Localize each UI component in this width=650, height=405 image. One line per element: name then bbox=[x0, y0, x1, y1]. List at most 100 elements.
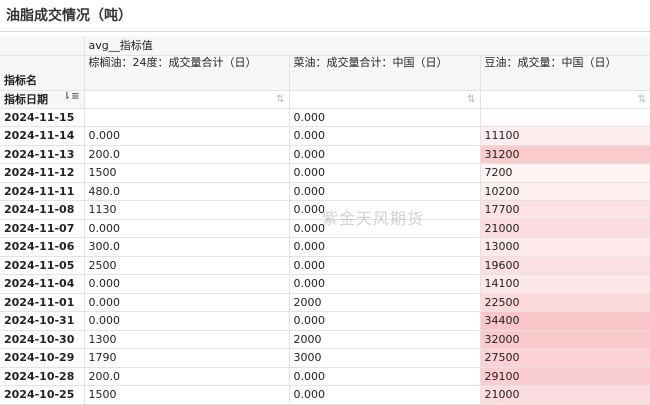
soybean-oil-cell: 14100 bbox=[480, 274, 650, 294]
palm-oil-cell: 0.000 bbox=[84, 126, 290, 146]
table-row: 2024-11-13 200.0 0.000 31200 bbox=[0, 145, 650, 164]
palm-oil-cell: 1130 bbox=[84, 200, 290, 220]
row-date-cell: 2024-11-14 bbox=[0, 126, 85, 146]
rapeseed-oil-cell: 0.000 bbox=[289, 145, 481, 164]
sort-desc-icon[interactable]: ⇂≡ bbox=[63, 91, 80, 102]
rapeseed-oil-cell: 0.000 bbox=[289, 311, 481, 331]
soybean-oil-cell: 13000 bbox=[480, 237, 650, 257]
soybean-oil-cell: 17700 bbox=[480, 200, 650, 220]
rapeseed-oil-cell: 0.000 bbox=[289, 126, 481, 146]
rapeseed-oil-cell: 0.000 bbox=[289, 237, 481, 257]
row-dimension-header[interactable]: 指标日期 ⇂≡ bbox=[0, 90, 85, 109]
row-date-cell: 2024-10-31 bbox=[0, 311, 85, 331]
palm-oil-cell: 480.0 bbox=[84, 182, 290, 201]
rapeseed-oil-cell: 0.000 bbox=[289, 182, 481, 201]
soybean-oil-cell: 21000 bbox=[480, 385, 650, 405]
table-row: 2024-11-05 2500 0.000 19600 bbox=[0, 256, 650, 275]
table-row: 2024-11-07 0.000 0.000 21000 bbox=[0, 219, 650, 238]
sort-icon[interactable]: ⇅ bbox=[276, 94, 284, 105]
table-row: 2024-10-29 1790 3000 27500 bbox=[0, 348, 650, 368]
soybean-oil-cell: 10200 bbox=[480, 182, 650, 201]
row-date-cell: 2024-11-06 bbox=[0, 237, 85, 257]
column-header-row: 指标名 棕榈油：24度：成交量合计（日） 菜油：成交量合计：中国（日） 豆油：成… bbox=[0, 55, 650, 91]
corner-cell bbox=[0, 36, 85, 56]
row-date-cell: 2024-11-01 bbox=[0, 293, 85, 312]
table-row: 2024-11-08 1130 0.000 17700 bbox=[0, 200, 650, 220]
soybean-oil-cell: 32000 bbox=[480, 330, 650, 349]
rapeseed-oil-cell: 0.000 bbox=[289, 163, 481, 183]
sort-icon[interactable]: ⇅ bbox=[638, 94, 646, 105]
row-date-cell: 2024-11-13 bbox=[0, 145, 85, 164]
row-date-cell: 2024-11-11 bbox=[0, 182, 85, 201]
table-row: 2024-10-31 0.000 0.000 34400 bbox=[0, 311, 650, 331]
soybean-oil-cell: 19600 bbox=[480, 256, 650, 275]
row-date-cell: 2024-10-28 bbox=[0, 367, 85, 386]
row-date-cell: 2024-11-08 bbox=[0, 200, 85, 220]
table-row: 2024-11-06 300.0 0.000 13000 bbox=[0, 237, 650, 257]
row-date-cell: 2024-11-12 bbox=[0, 163, 85, 183]
palm-oil-cell: 1790 bbox=[84, 348, 290, 368]
soybean-oil-cell: 11100 bbox=[480, 126, 650, 146]
row-dimension-label: 指标日期 bbox=[4, 93, 48, 106]
palm-oil-cell: 1500 bbox=[84, 163, 290, 183]
soybean-oil-cell: 34400 bbox=[480, 311, 650, 331]
palm-oil-cell: 2500 bbox=[84, 256, 290, 275]
palm-oil-cell: 300.0 bbox=[84, 237, 290, 257]
rapeseed-oil-cell: 0.000 bbox=[289, 256, 481, 275]
table-row: 2024-11-01 0.000 2000 22500 bbox=[0, 293, 650, 312]
table-row: 2024-10-25 1500 0.000 21000 bbox=[0, 385, 650, 405]
rapeseed-oil-cell: 0.000 bbox=[289, 108, 481, 127]
palm-oil-cell: 0.000 bbox=[84, 219, 290, 238]
rapeseed-oil-cell: 2000 bbox=[289, 330, 481, 349]
soybean-oil-cell: 29100 bbox=[480, 367, 650, 386]
table-row: 2024-11-04 0.000 0.000 14100 bbox=[0, 274, 650, 294]
column-header-rapeseed-oil[interactable]: 菜油：成交量合计：中国（日） bbox=[289, 55, 481, 91]
rapeseed-oil-cell: 0.000 bbox=[289, 274, 481, 294]
palm-oil-cell: 1300 bbox=[84, 330, 290, 349]
sort-row: 指标日期 ⇂≡ ⇅ ⇅ ⇅ bbox=[0, 90, 650, 109]
soybean-oil-cell: 22500 bbox=[480, 293, 650, 312]
table-row: 2024-11-11 480.0 0.000 10200 bbox=[0, 182, 650, 201]
table-row: 2024-10-30 1300 2000 32000 bbox=[0, 330, 650, 349]
row-date-cell: 2024-11-04 bbox=[0, 274, 85, 294]
table-row: 2024-11-14 0.000 0.000 11100 bbox=[0, 126, 650, 146]
palm-oil-cell: 0.000 bbox=[84, 293, 290, 312]
soybean-oil-cell: 27500 bbox=[480, 348, 650, 368]
measure-label: avg__指标值 bbox=[84, 36, 650, 56]
rapeseed-oil-cell: 0.000 bbox=[289, 219, 481, 238]
table-body: 2024-11-15 0.000 2024-11-14 0.000 0.000 11100… bbox=[0, 108, 650, 405]
rapeseed-oil-cell: 2000 bbox=[289, 293, 481, 312]
soybean-oil-cell: 21000 bbox=[480, 219, 650, 238]
column-header-soybean-oil[interactable]: 豆油：成交量：中国（日） bbox=[480, 55, 650, 91]
sort-cell-rapeseed-oil: ⇅ bbox=[289, 90, 481, 109]
row-date-cell: 2024-11-05 bbox=[0, 256, 85, 275]
table-row: 2024-10-28 200.0 0.000 29100 bbox=[0, 367, 650, 386]
table-row: 2024-11-15 0.000 bbox=[0, 108, 650, 127]
row-date-cell: 2024-10-29 bbox=[0, 348, 85, 368]
soybean-oil-cell: 31200 bbox=[480, 145, 650, 164]
measure-header-row: avg__指标值 bbox=[0, 36, 650, 56]
palm-oil-cell: 0.000 bbox=[84, 274, 290, 294]
palm-oil-cell: 200.0 bbox=[84, 145, 290, 164]
palm-oil-cell bbox=[84, 108, 290, 127]
palm-oil-cell: 1500 bbox=[84, 385, 290, 405]
sort-icon[interactable]: ⇅ bbox=[467, 94, 475, 105]
rapeseed-oil-cell: 0.000 bbox=[289, 385, 481, 405]
row-date-cell: 2024-10-25 bbox=[0, 385, 85, 405]
sort-cell-palm-oil: ⇅ bbox=[84, 90, 290, 109]
sort-cell-soybean-oil: ⇅ bbox=[480, 90, 650, 109]
rapeseed-oil-cell: 3000 bbox=[289, 348, 481, 368]
row-date-cell: 2024-11-07 bbox=[0, 219, 85, 238]
soybean-oil-cell: 7200 bbox=[480, 163, 650, 183]
soybean-oil-cell bbox=[480, 108, 650, 127]
row-date-cell: 2024-10-30 bbox=[0, 330, 85, 349]
row-date-cell: 2024-11-15 bbox=[0, 108, 85, 127]
pivot-table: avg__指标值 指标名 棕榈油：24度：成交量合计（日） 菜油：成交量合计：中… bbox=[0, 36, 650, 405]
column-header-palm-oil[interactable]: 棕榈油：24度：成交量合计（日） bbox=[84, 55, 290, 91]
palm-oil-cell: 200.0 bbox=[84, 367, 290, 386]
dimension-label: 指标名 bbox=[0, 55, 85, 91]
panel-title: 油脂成交情况（吨） bbox=[0, 0, 650, 32]
rapeseed-oil-cell: 0.000 bbox=[289, 367, 481, 386]
rapeseed-oil-cell: 0.000 bbox=[289, 200, 481, 220]
table-row: 2024-11-12 1500 0.000 7200 bbox=[0, 163, 650, 183]
